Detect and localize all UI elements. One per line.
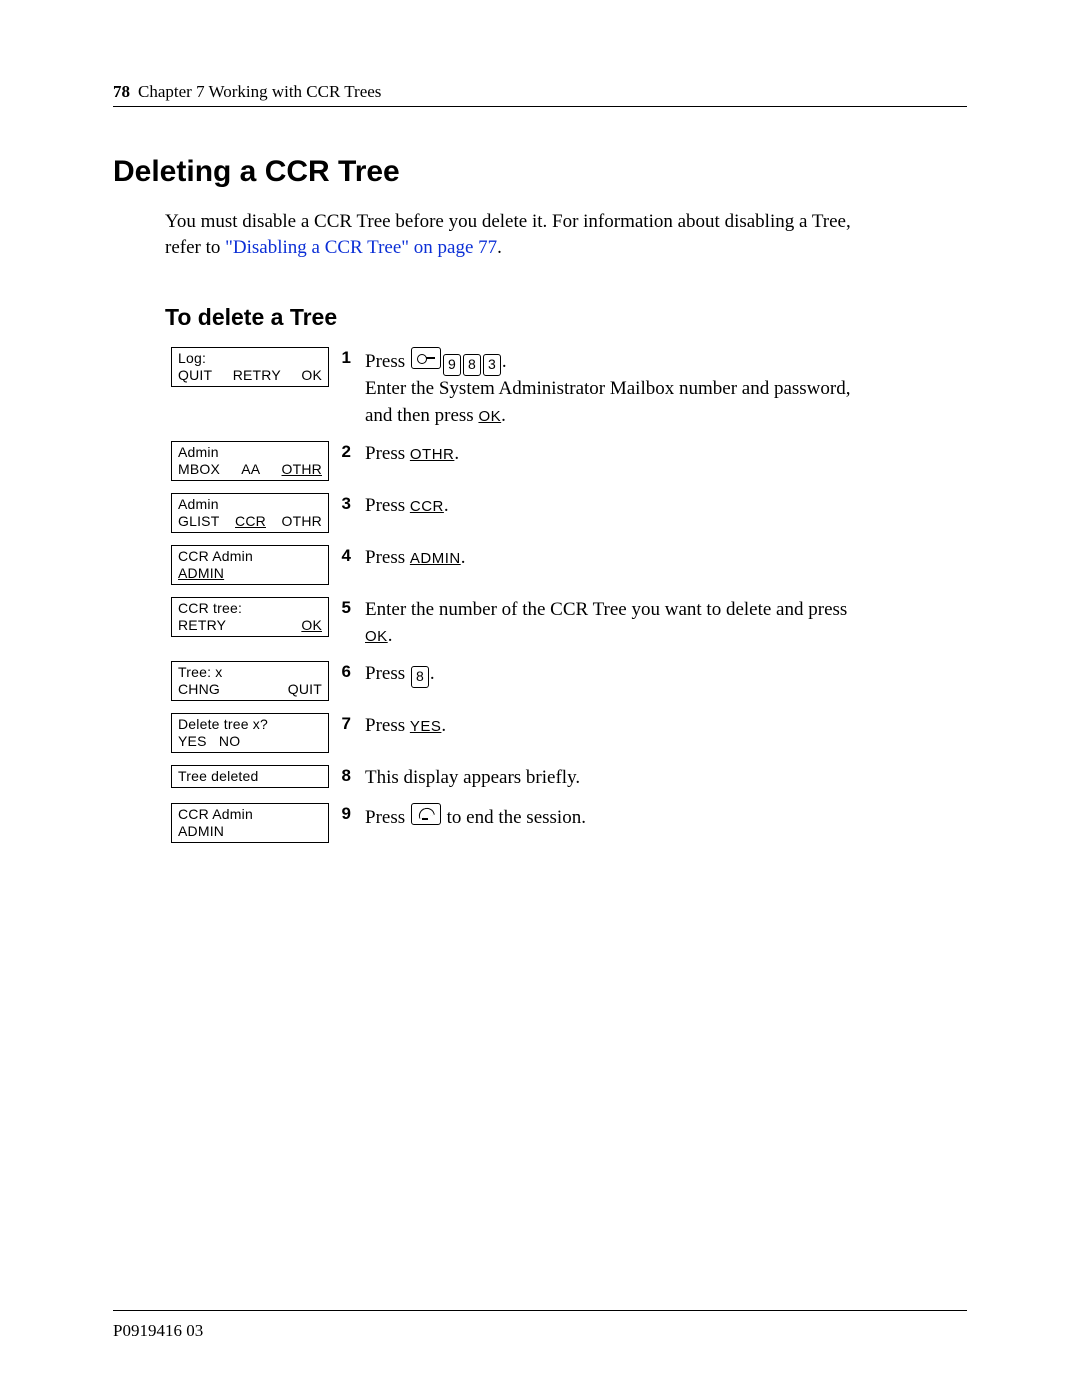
- display-line-1: Admin: [178, 496, 322, 513]
- step-row: Tree deleted 8This display appears briefl…: [171, 765, 967, 791]
- softkey: RETRY: [233, 367, 281, 384]
- page-header: 78 Chapter 7 Working with CCR Trees: [113, 82, 967, 107]
- phone-display: CCR tree:RETRY OK: [171, 597, 329, 637]
- display-softkeys: RETRY OK: [178, 617, 322, 634]
- step-row: AdminGLIST CCR OTHR 3Press CCR.: [171, 493, 967, 533]
- phone-display: AdminGLIST CCR OTHR: [171, 493, 329, 533]
- softkey: ADMIN: [178, 565, 224, 582]
- softkey: OTHR: [282, 513, 322, 530]
- step-instruction: Press ADMIN.: [365, 545, 465, 571]
- cross-reference-link[interactable]: "Disabling a CCR Tree" on page 77: [225, 237, 497, 258]
- phone-display: AdminMBOX AA OTHR: [171, 441, 329, 481]
- dialpad-key-8: 8: [463, 354, 481, 376]
- softkey-label: ADMIN: [410, 550, 461, 567]
- display-line-1: Tree deleted: [178, 768, 322, 785]
- release-key-icon: [411, 803, 441, 825]
- step-number: 5: [329, 597, 365, 618]
- step-row: CCR AdminADMIN9Press to end the session.: [171, 803, 967, 843]
- steps-list: Log:QUITRETRYOK1Press 983.Enter the Syst…: [171, 347, 967, 843]
- step-number: 3: [329, 493, 365, 514]
- step-number: 2: [329, 441, 365, 462]
- display-softkeys: CHNG QUIT: [178, 681, 322, 698]
- softkey: RETRY: [178, 617, 226, 634]
- softkey-label: YES: [410, 718, 442, 735]
- feature-key-icon: [411, 347, 441, 369]
- softkey: OTHR: [282, 461, 322, 478]
- softkey-label: OTHR: [410, 446, 455, 463]
- chapter-title: Chapter 7 Working with CCR Trees: [138, 82, 381, 102]
- display-softkeys: ADMIN: [178, 565, 322, 582]
- step-instruction: This display appears briefly.: [365, 765, 580, 791]
- display-line-1: Tree: x: [178, 664, 322, 681]
- softkey: OK: [301, 617, 322, 634]
- step-number: 4: [329, 545, 365, 566]
- intro-text-b: .: [497, 237, 502, 258]
- softkey: AA: [241, 461, 260, 478]
- display-line-1: Log:: [178, 350, 322, 367]
- phone-display: Delete tree x?YES NO: [171, 713, 329, 753]
- softkey-label: OK: [365, 628, 388, 645]
- display-line-1: Delete tree x?: [178, 716, 322, 733]
- dialpad-key-3: 3: [483, 354, 501, 376]
- display-softkeys: YES NO: [178, 733, 322, 750]
- step-instruction: Press 983.Enter the System Administrator…: [365, 347, 875, 428]
- display-softkeys: QUIT RETRY OK: [178, 367, 322, 384]
- step-number: 6: [329, 661, 365, 682]
- step-row: AdminMBOX AA OTHR 2Press OTHR.: [171, 441, 967, 481]
- page-title: Deleting a CCR Tree: [113, 155, 967, 189]
- intro-paragraph: You must disable a CCR Tree before you d…: [165, 209, 885, 260]
- phone-display: Tree: xCHNG QUIT: [171, 661, 329, 701]
- softkey: CCR: [235, 513, 266, 530]
- step-row: Log:QUIT RETRY OK 1Press 983.Enter the Syst…: [171, 347, 967, 428]
- step-number: 7: [329, 713, 365, 734]
- step-number: 1: [329, 347, 365, 368]
- display-line-1: CCR tree:: [178, 600, 322, 617]
- dialpad-key-9: 9: [443, 354, 461, 376]
- step-row: Delete tree x?YES NO7Press YES.: [171, 713, 967, 753]
- phone-display: Tree deleted: [171, 765, 329, 788]
- step-row: CCR tree:RETRYOK5Enter the number of the…: [171, 597, 967, 649]
- step-instruction: Press to end the session.: [365, 803, 586, 831]
- display-line-1: CCR Admin: [178, 548, 322, 565]
- phone-display: CCR AdminADMIN: [171, 545, 329, 585]
- step-number: 9: [329, 803, 365, 824]
- step-instruction: Press CCR.: [365, 493, 449, 519]
- softkey: CHNG: [178, 681, 220, 698]
- softkey: GLIST: [178, 513, 219, 530]
- display-line-1: Admin: [178, 444, 322, 461]
- softkey: ADMIN: [178, 823, 224, 840]
- dialpad-key-8: 8: [411, 666, 429, 688]
- softkey: QUIT: [178, 367, 212, 384]
- step-instruction: Press OTHR.: [365, 441, 459, 467]
- step-number: 8: [329, 765, 365, 786]
- step-row: CCR AdminADMIN4Press ADMIN.: [171, 545, 967, 585]
- phone-display: CCR AdminADMIN: [171, 803, 329, 843]
- page-number: 78: [113, 82, 130, 102]
- softkey: MBOX: [178, 461, 220, 478]
- softkey: QUIT: [288, 681, 322, 698]
- softkey-label: CCR: [410, 498, 444, 515]
- display-softkeys: MBOX AA OTHR: [178, 461, 322, 478]
- step-row: Tree: xCHNG QUIT 6Press 8.: [171, 661, 967, 701]
- step-instruction: Enter the number of the CCR Tree you wan…: [365, 597, 875, 649]
- softkey: OK: [301, 367, 322, 384]
- softkey-label: OK: [478, 408, 501, 425]
- page-footer: P0919416 03: [113, 1310, 967, 1341]
- section-heading: To delete a Tree: [165, 304, 967, 331]
- phone-display: Log:QUIT RETRY OK: [171, 347, 329, 387]
- display-softkeys: GLIST CCR OTHR: [178, 513, 322, 530]
- display-softkeys: ADMIN: [178, 823, 322, 840]
- step-instruction: Press YES.: [365, 713, 446, 739]
- display-line-1: CCR Admin: [178, 806, 322, 823]
- step-instruction: Press 8.: [365, 661, 435, 688]
